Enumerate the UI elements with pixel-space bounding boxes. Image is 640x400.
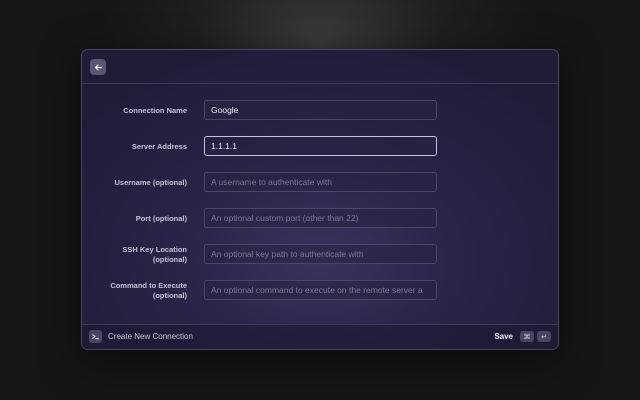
command-label-line1: Command to Execute bbox=[110, 281, 187, 290]
command-input[interactable] bbox=[204, 280, 437, 300]
enter-key-icon: ↵ bbox=[537, 331, 551, 342]
username-label: Username (optional) bbox=[114, 178, 187, 187]
arrow-left-icon bbox=[94, 63, 102, 71]
ssh-key-label: SSH Key Location (optional) bbox=[82, 245, 187, 265]
port-label: Port (optional) bbox=[135, 214, 187, 223]
server-address-label: Server Address bbox=[131, 142, 187, 151]
port-input[interactable] bbox=[204, 208, 437, 228]
ssh-key-label-line2: (optional) bbox=[152, 255, 187, 264]
save-button[interactable]: Save bbox=[494, 332, 513, 341]
form-row-command: Command to Execute (optional) bbox=[82, 280, 558, 302]
ssh-key-input[interactable] bbox=[204, 244, 437, 264]
back-button[interactable] bbox=[90, 59, 106, 75]
action-bar: Create New Connection Save ⌘ ↵ bbox=[82, 324, 558, 349]
command-key-icon: ⌘ bbox=[520, 331, 534, 342]
username-input[interactable] bbox=[204, 172, 437, 192]
server-address-input[interactable] bbox=[204, 136, 437, 156]
ssh-key-label-line1: SSH Key Location bbox=[122, 245, 187, 254]
footer-title: Create New Connection bbox=[108, 332, 193, 341]
connection-name-input[interactable] bbox=[204, 100, 437, 120]
form-row-username: Username (optional) bbox=[82, 172, 558, 194]
form-row-server-address: Server Address bbox=[82, 136, 558, 158]
terminal-icon bbox=[89, 330, 102, 343]
top-bar bbox=[82, 50, 558, 84]
form-row-ssh-key: SSH Key Location (optional) bbox=[82, 244, 558, 266]
command-label: Command to Execute (optional) bbox=[82, 281, 187, 301]
command-label-line2: (optional) bbox=[152, 291, 187, 300]
form-row-port: Port (optional) bbox=[82, 208, 558, 230]
create-connection-window: Connection Name Server Address Username … bbox=[81, 49, 559, 350]
form-row-connection-name: Connection Name bbox=[82, 100, 558, 122]
connection-name-label: Connection Name bbox=[123, 106, 187, 115]
